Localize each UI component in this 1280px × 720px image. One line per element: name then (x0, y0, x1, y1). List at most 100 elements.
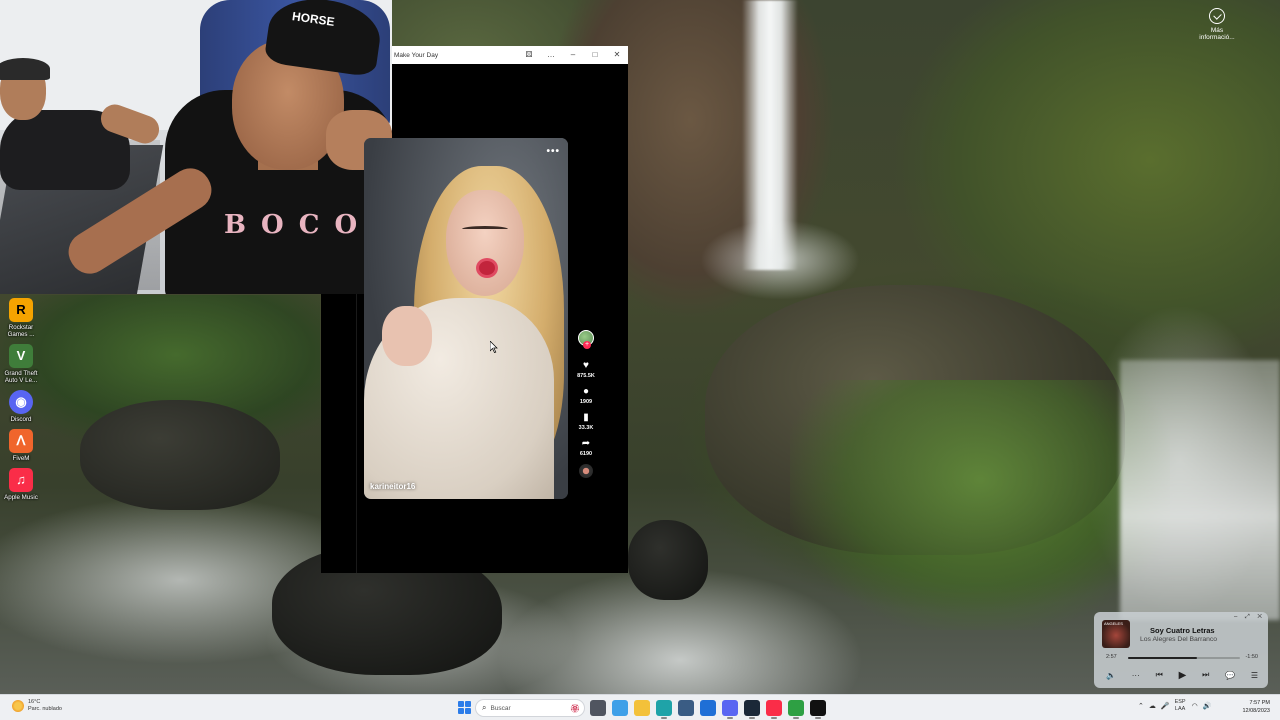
sound-disc-icon[interactable] (579, 464, 593, 478)
minimize-button[interactable]: – (562, 46, 584, 64)
taskbar-app-task-view-icon[interactable] (590, 700, 606, 716)
comment-count: 1909 (579, 399, 593, 405)
window-titlebar[interactable]: Make Your Day ⚄ … – □ ✕ (392, 46, 628, 64)
taskbar: 16°C Parc. nublado ⌕ Buscar 🏵 ⌃ ☁ 🎤 ESP … (0, 694, 1280, 720)
play-button[interactable]: ▶ (1179, 670, 1187, 681)
taskbar-app-xbox-icon[interactable] (788, 700, 804, 719)
keyboard-layout: LAA (1174, 705, 1186, 712)
video-subject-hand (382, 306, 432, 366)
input-language[interactable]: ESP LAA (1175, 699, 1186, 712)
info-icon (1209, 8, 1225, 24)
desktop-icon-discord[interactable]: ◉ Discord (2, 390, 40, 423)
creator-avatar[interactable] (578, 330, 594, 349)
music-mini-player: – ⤢ ✕ ANGELES Soy Cuatro Letras Los Aleg… (1094, 612, 1268, 688)
taskbar-app-tiktok-icon[interactable] (810, 700, 826, 719)
windows-logo-tile (465, 701, 471, 707)
track-artist: Los Alegres Del Barranco (1140, 636, 1218, 643)
taskbar-app-steam-icon[interactable] (744, 700, 760, 719)
weather-description: Parc. nublado (28, 706, 62, 712)
taskbar-app-calculator-icon[interactable] (678, 700, 694, 716)
bookmark-icon: ▮ (583, 412, 589, 423)
webcam-overlay: B O C O HORSE (0, 0, 392, 294)
share-button[interactable]: ➦ 6190 (574, 438, 598, 458)
cloud-icon[interactable]: ☁ (1149, 702, 1156, 710)
desktop-icon-fivem[interactable]: ᐱ FiveM (2, 429, 40, 462)
maximize-button[interactable]: □ (584, 46, 606, 64)
comment-icon: ● (582, 386, 590, 397)
heart-icon: ♥ (583, 360, 589, 371)
search-highlight-icon: 🏵 (569, 703, 580, 713)
like-button[interactable]: ♥ 875.5K (574, 360, 598, 380)
share-count: 6190 (579, 451, 593, 457)
bookmark-count: 33.3K (578, 425, 594, 431)
taskbar-clock[interactable]: 7:57 PM 12/08/2023 (1232, 699, 1270, 715)
fern-foliage (790, 380, 1170, 630)
fivem-icon: ᐱ (9, 429, 33, 453)
language-code: ESP (1174, 699, 1186, 705)
small-rock (628, 520, 708, 600)
desktop-icon-label: Apple Music (4, 494, 38, 501)
video-player[interactable]: ••• karineitor16 (364, 138, 568, 499)
taskbar-app-copilot-icon[interactable] (612, 700, 628, 716)
taskbar-app-file-explorer-icon[interactable] (634, 700, 650, 716)
taskbar-search[interactable]: ⌕ Buscar 🏵 (475, 699, 585, 717)
more-info-label: Más informació... (1199, 27, 1235, 41)
desktop-icon-apple-music[interactable]: ♫ Apple Music (2, 468, 40, 501)
player-controls: 🔈 ··· ⏮ ▶ ⏭ 💬 ☰ (1106, 669, 1258, 681)
desktop-icon-rockstar[interactable]: R Rockstar Games ... (2, 298, 40, 338)
video-subject-mouth (476, 258, 498, 278)
right-cascade (1120, 360, 1280, 620)
elapsed-time: 2:57 (1106, 654, 1117, 660)
options-icon[interactable]: ··· (1132, 671, 1140, 680)
apple-music-icon: ♫ (9, 468, 33, 492)
video-more-icon[interactable]: ••• (546, 146, 560, 157)
remaining-time: -1:50 (1245, 654, 1258, 660)
progress-fill (1128, 657, 1198, 659)
taskbar-app-outlook-icon[interactable] (700, 700, 716, 716)
window-more-button[interactable]: … (540, 46, 562, 64)
taskbar-apps (590, 699, 832, 719)
weather-temperature: 16°C (28, 699, 41, 705)
track-title: Soy Cuatro Letras (1150, 626, 1215, 635)
mouse-cursor-icon (490, 341, 498, 353)
taskbar-app-apple-music-icon[interactable] (766, 700, 782, 719)
windows-logo-tile (458, 701, 464, 707)
queue-icon[interactable]: ☰ (1251, 671, 1258, 680)
mini-player-window-controls[interactable]: – ⤢ ✕ (1234, 614, 1262, 621)
volume-icon[interactable]: 🔈 (1106, 671, 1116, 680)
bookmark-button[interactable]: ▮ 33.3K (574, 412, 598, 432)
close-button[interactable]: ✕ (606, 46, 628, 64)
tray-overflow-chevron-icon[interactable]: ⌃ (1138, 702, 1144, 710)
weather-text: 16°C Parc. nublado (28, 699, 62, 713)
shirt-print: B O C O (224, 210, 361, 240)
windows-logo-tile (465, 708, 471, 714)
next-track-button[interactable]: ⏭ (1202, 670, 1209, 680)
clock-time: 7:57 PM (1249, 700, 1270, 706)
taskbar-app-edge-icon[interactable] (656, 700, 672, 719)
weather-widget[interactable]: 16°C Parc. nublado (12, 699, 62, 713)
gta-v-icon: V (9, 344, 33, 368)
game-mode-icon[interactable]: ⚄ (518, 46, 540, 64)
left-rock (80, 400, 280, 510)
rockstar-icon: R (9, 298, 33, 322)
windows-logo-tile (458, 708, 464, 714)
start-button[interactable] (458, 701, 471, 714)
volume-icon[interactable]: 🔊 (1203, 702, 1212, 710)
desktop-icon-gta-v[interactable]: V Grand Theft Auto V Le... (2, 344, 40, 384)
like-count: 875.5K (577, 373, 595, 379)
taskbar-app-discord-icon[interactable] (722, 700, 738, 719)
desktop-icon-label: Discord (10, 416, 32, 423)
comment-button[interactable]: ● 1909 (574, 386, 598, 406)
progress-track[interactable] (1128, 657, 1240, 659)
discord-icon: ◉ (9, 390, 33, 414)
more-info-widget[interactable]: Más informació... (1196, 8, 1238, 41)
wifi-icon[interactable]: ◠ (1192, 702, 1198, 710)
window-title: Make Your Day (394, 51, 439, 59)
video-action-rail: ♥ 875.5K ● 1909 ▮ 33.3K ➦ 6190 (574, 330, 598, 478)
system-tray: ⌃ ☁ 🎤 ESP LAA ◠ 🔊 (1138, 699, 1216, 712)
video-username[interactable]: karineitor16 (370, 482, 415, 491)
lyrics-icon[interactable]: 💬 (1225, 671, 1235, 680)
previous-track-button[interactable]: ⏮ (1156, 670, 1163, 680)
window-divider (356, 294, 357, 573)
microphone-icon[interactable]: 🎤 (1161, 702, 1170, 710)
